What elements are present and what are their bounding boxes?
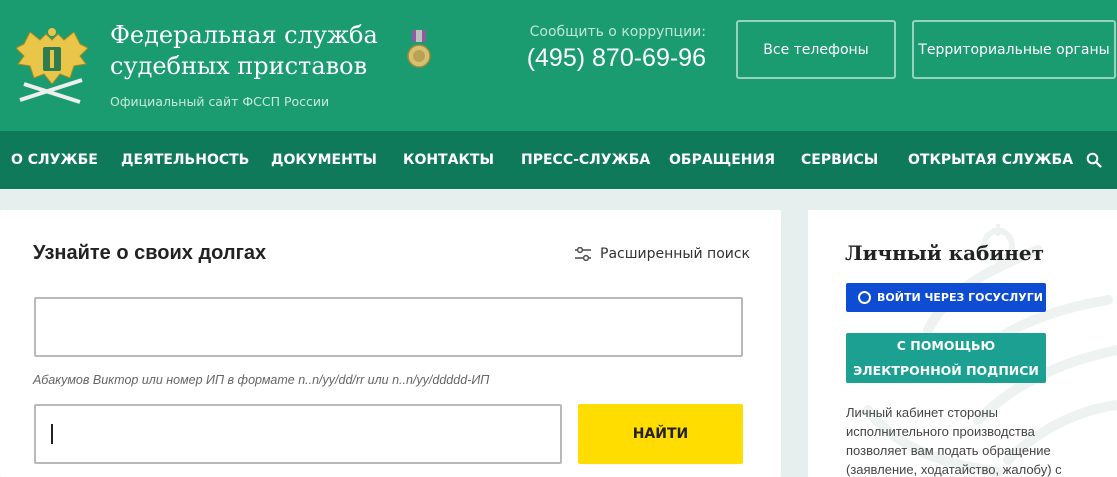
search-icon[interactable] <box>1086 152 1102 168</box>
corruption-phone[interactable]: (495) 870-69-96 <box>520 44 706 73</box>
nav-item-documents[interactable]: ДОКУМЕНТЫ <box>271 131 377 189</box>
cabinet-description: Личный кабинет стороны исполнительного п… <box>846 405 1062 477</box>
site-title-line2: судебных приставов <box>110 52 368 80</box>
gosuslugi-icon <box>858 291 871 304</box>
sliders-icon <box>575 247 591 261</box>
cabinet-title: Личный кабинет <box>845 241 1044 265</box>
nav-item-open-service[interactable]: ОТКРЫТАЯ СЛУЖБА <box>908 131 1073 189</box>
captcha-input[interactable] <box>34 404 562 464</box>
e-signature-label-line2: ЭЛЕКТРОННОЙ ПОДПИСИ <box>853 363 1039 378</box>
nav-item-appeals[interactable]: ОБРАЩЕНИЯ <box>669 131 775 189</box>
fssp-emblem-logo[interactable] <box>14 26 90 106</box>
site-title-line1: Федеральная служба <box>110 21 378 49</box>
corruption-label: Сообщить о коррупции: <box>529 24 706 40</box>
all-phones-button[interactable]: Все телефоны <box>736 20 896 79</box>
e-signature-label-line1: С ПОМОЩЬЮ <box>896 338 996 353</box>
nav-item-activity[interactable]: ДЕЯТЕЛЬНОСТЬ <box>121 131 249 189</box>
territorial-bodies-button[interactable]: Территориальные органы <box>912 20 1116 79</box>
e-signature-login-button[interactable]: С ПОМОЩЬЮ ЭЛЕКТРОННОЙ ПОДПИСИ <box>846 333 1046 383</box>
debt-search-title: Узнайте о своих долгах <box>33 242 267 264</box>
main-nav: О СЛУЖБЕ ДЕЯТЕЛЬНОСТЬ ДОКУМЕНТЫ КОНТАКТЫ… <box>0 131 1117 189</box>
gosuslugi-login-button[interactable]: ВОЙТИ ЧЕРЕЗ ГОСУСЛУГИ <box>846 283 1046 312</box>
site-subtitle: Официальный сайт ФССП России <box>110 94 330 109</box>
search-hint: Абакумов Виктор или номер ИП в формате n… <box>33 373 490 387</box>
nav-item-contacts[interactable]: КОНТАКТЫ <box>403 131 494 189</box>
debtor-name-input[interactable] <box>34 297 743 357</box>
advanced-search-link[interactable]: Расширенный поиск <box>574 246 750 262</box>
advanced-search-label: Расширенный поиск <box>600 246 751 262</box>
find-button[interactable]: НАЙТИ <box>578 404 743 464</box>
nav-item-press[interactable]: ПРЕСС-СЛУЖБА <box>521 131 650 189</box>
nav-item-services[interactable]: СЕРВИСЫ <box>801 131 878 189</box>
site-title[interactable]: Федеральная служба судебных приставов <box>110 20 400 82</box>
site-header: Федеральная служба судебных приставов Оф… <box>0 0 1117 131</box>
nav-item-about[interactable]: О СЛУЖБЕ <box>11 131 98 189</box>
text-caret <box>51 424 53 444</box>
gosuslugi-label: ВОЙТИ ЧЕРЕЗ ГОСУСЛУГИ <box>877 291 1043 304</box>
medal-icon <box>407 30 431 68</box>
